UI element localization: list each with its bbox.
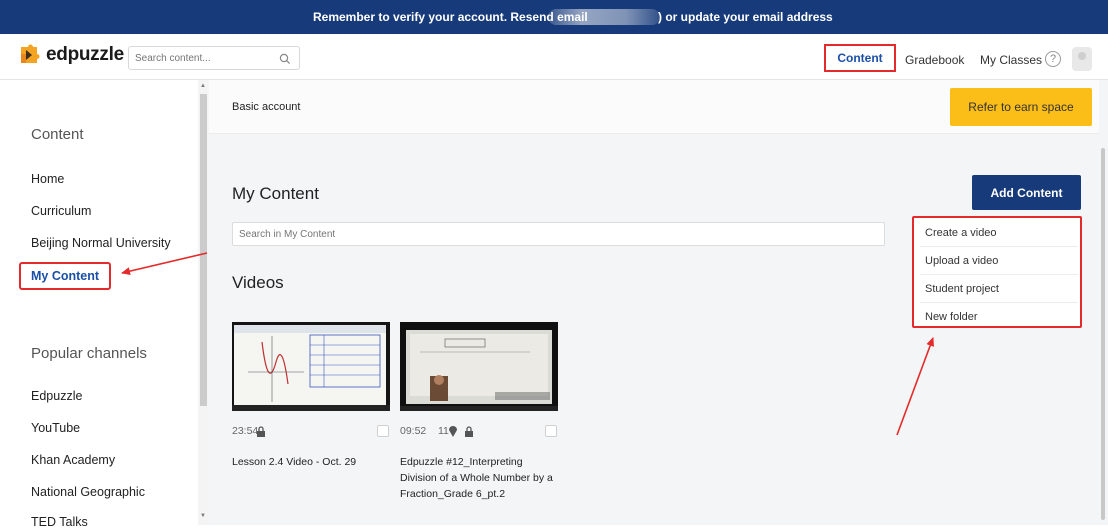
sidebar-scrollbar[interactable]: ▲ ▼	[198, 80, 209, 525]
menu-item-student-project[interactable]: Student project	[925, 283, 999, 295]
menu-item-upload-video[interactable]: Upload a video	[925, 255, 998, 267]
lock-icon	[464, 426, 474, 440]
account-bar: Basic account Refer to earn space	[209, 80, 1099, 134]
help-icon[interactable]: ?	[1045, 51, 1061, 67]
sidebar: Content Home Curriculum Beijing Normal U…	[0, 80, 209, 529]
question-marker-icon	[449, 426, 457, 440]
sidebar-channel-youtube[interactable]: YouTube	[31, 421, 80, 435]
lock-icon	[256, 426, 266, 440]
refer-to-earn-button[interactable]: Refer to earn space	[950, 88, 1092, 126]
video-title[interactable]: Lesson 2.4 Video - Oct. 29	[232, 454, 390, 470]
sidebar-heading-popular-channels: Popular channels	[31, 345, 147, 362]
redacted-email	[548, 9, 660, 25]
divider	[920, 274, 1078, 275]
header-search[interactable]	[128, 46, 300, 70]
video-title[interactable]: Edpuzzle #12_Interpreting Division of a …	[400, 454, 558, 502]
page-title: My Content	[232, 184, 319, 203]
avatar[interactable]	[1072, 47, 1092, 71]
video-meta: 09:52 11	[400, 425, 558, 439]
nav-my-classes[interactable]: My Classes	[980, 53, 1042, 67]
video-meta: 23:54	[232, 425, 390, 439]
scroll-down-icon[interactable]: ▼	[200, 513, 206, 519]
sidebar-item-curriculum[interactable]: Curriculum	[31, 204, 91, 218]
sidebar-heading-content: Content	[31, 126, 84, 143]
select-checkbox[interactable]	[377, 425, 389, 437]
banner-text-after[interactable]: ) or update your email address	[658, 10, 833, 24]
top-navbar: edpuzzle Content Gradebook My Classes ?	[0, 34, 1108, 80]
menu-item-create-video[interactable]: Create a video	[925, 227, 997, 239]
videos-heading: Videos	[232, 273, 284, 292]
add-content-button[interactable]: Add Content	[972, 175, 1081, 210]
nav-gradebook[interactable]: Gradebook	[905, 53, 964, 67]
sidebar-scroll-thumb[interactable]	[200, 94, 207, 406]
header-search-input[interactable]	[129, 47, 269, 69]
sidebar-channel-khan-academy[interactable]: Khan Academy	[31, 453, 115, 467]
logo[interactable]: edpuzzle	[18, 44, 124, 66]
divider	[920, 246, 1078, 247]
main-scroll-thumb[interactable]	[1101, 148, 1105, 520]
sidebar-item-beijing-normal-university[interactable]: Beijing Normal University	[31, 236, 171, 250]
verify-banner: Remember to verify your account. Resend …	[0, 0, 1108, 34]
video-thumbnail[interactable]	[232, 322, 390, 411]
my-content-search-input[interactable]	[233, 223, 873, 245]
banner-text: Remember to verify your account. Resend …	[313, 10, 588, 24]
sidebar-item-home[interactable]: Home	[31, 172, 64, 186]
video-duration: 23:54	[232, 425, 259, 437]
nav-content[interactable]: Content	[824, 44, 896, 72]
menu-item-new-folder[interactable]: New folder	[925, 311, 978, 323]
scroll-up-icon[interactable]: ▲	[200, 83, 206, 89]
account-type-label: Basic account	[232, 101, 301, 113]
search-icon[interactable]	[279, 52, 291, 65]
main-scrollbar[interactable]	[1099, 80, 1108, 525]
select-checkbox[interactable]	[545, 425, 557, 437]
sidebar-item-my-content[interactable]: My Content	[19, 262, 111, 290]
main-panel: Basic account Refer to earn space My Con…	[209, 80, 1099, 525]
sidebar-channel-national-geographic[interactable]: National Geographic	[31, 485, 145, 499]
sidebar-channel-edpuzzle[interactable]: Edpuzzle	[31, 389, 82, 403]
my-content-search[interactable]	[232, 222, 885, 246]
logo-text: edpuzzle	[46, 44, 124, 65]
video-thumbnail[interactable]	[400, 322, 558, 411]
sidebar-channel-ted-talks[interactable]: TED Talks	[31, 515, 88, 529]
add-content-dropdown: Create a video Upload a video Student pr…	[912, 216, 1082, 328]
puzzle-logo-icon	[18, 44, 40, 66]
video-duration: 09:52	[400, 425, 427, 437]
divider	[920, 302, 1078, 303]
question-count: 11	[438, 425, 449, 437]
